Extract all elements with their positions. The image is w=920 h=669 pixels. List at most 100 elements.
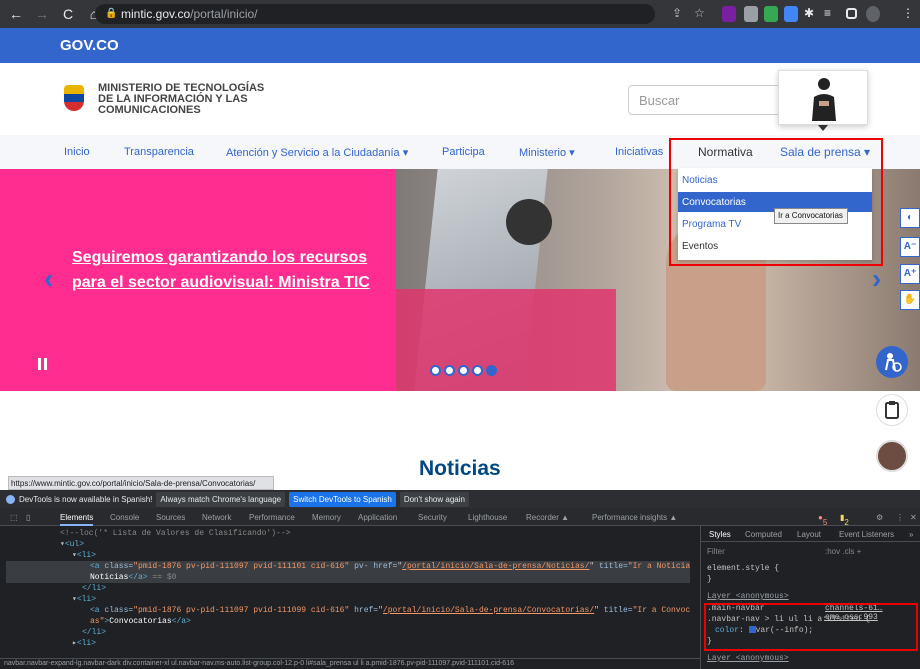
ministry-logo-text[interactable]: MINISTERIO DE TECNOLOGÍAS DE LA INFORMAC… xyxy=(98,83,268,116)
sign-language-icon[interactable]: ✋ xyxy=(900,290,920,310)
gov-logo[interactable]: GOV.CO xyxy=(60,37,119,54)
a1-text: Noticias xyxy=(90,573,129,582)
slide-dot[interactable] xyxy=(472,365,483,376)
code-line-li-2[interactable]: ▾<li> xyxy=(6,594,690,605)
more-tabs-icon[interactable]: » xyxy=(909,530,913,539)
match-language-button[interactable]: Always match Chrome's language xyxy=(156,491,286,507)
tab-network[interactable]: Network xyxy=(202,513,231,522)
tab-computed[interactable]: Computed xyxy=(745,530,782,539)
extension-icon[interactable] xyxy=(784,6,798,22)
li-tag: <li> xyxy=(76,551,97,560)
extension-icon[interactable] xyxy=(722,6,736,22)
styles-filter-input[interactable]: Filter xyxy=(707,547,725,556)
tab-security[interactable]: Security xyxy=(418,513,447,522)
caret-down-icon[interactable] xyxy=(818,125,828,131)
layer-label-2[interactable]: Layer <anonymous> xyxy=(707,654,789,663)
nav-atencion[interactable]: Atención y Servicio a la Ciudadanía ▾ xyxy=(226,146,408,159)
slide-dot[interactable] xyxy=(486,365,497,376)
device-toolbar-icon[interactable]: ▯ xyxy=(26,513,30,522)
tab-memory[interactable]: Memory xyxy=(312,513,341,522)
menu-kebab-icon[interactable]: ⋮ xyxy=(902,6,916,22)
styles-toolbar[interactable]: :hov .cls + xyxy=(825,547,861,556)
sign-language-interpreter[interactable] xyxy=(778,70,868,125)
reading-list-icon[interactable]: ≡ xyxy=(824,6,838,22)
tab-application[interactable]: Application xyxy=(358,513,397,522)
clipboard-icon[interactable] xyxy=(876,394,908,426)
code-line-ul[interactable]: ▾<ul> xyxy=(6,539,690,550)
lock-icon: 🔒 xyxy=(105,8,118,19)
close-devtools-icon[interactable]: ✕ xyxy=(910,513,917,522)
slide-dot[interactable] xyxy=(444,365,455,376)
a1-class: pmid-1876 pv-pid-111097 pvid-111101 cid-… xyxy=(138,562,345,571)
code-line-li-3[interactable]: ▸<li> xyxy=(6,638,690,649)
reload-icon[interactable]: C xyxy=(58,6,78,22)
interpreter-icon xyxy=(812,78,836,121)
accessibility-person-icon[interactable] xyxy=(876,346,908,378)
puzzle-icon[interactable]: ✱ xyxy=(804,6,818,22)
error-count[interactable]: ● 5 xyxy=(818,513,827,527)
banner-message: DevTools is now available in Spanish! xyxy=(19,494,153,504)
profile-avatar[interactable] xyxy=(866,6,880,22)
switch-language-button[interactable]: Switch DevTools to Spanish xyxy=(289,491,396,507)
warning-count[interactable]: ▮ 2 xyxy=(840,513,849,527)
code-line-anchor-convocatorias-text[interactable]: as">Convocatorias</a> xyxy=(6,616,690,627)
tab-styles[interactable]: Styles xyxy=(709,530,731,539)
slide-indicators xyxy=(430,365,497,376)
poster-logo xyxy=(506,199,552,245)
code-line-li[interactable]: ▾<li> xyxy=(6,550,690,561)
prev-slide-icon[interactable]: ‹ xyxy=(44,263,53,295)
tab-performance[interactable]: Performance xyxy=(249,513,295,522)
increase-font-icon[interactable]: A⁺ xyxy=(900,264,920,284)
tab-layout[interactable]: Layout xyxy=(797,530,821,539)
slide-dot[interactable] xyxy=(430,365,441,376)
contrast-icon[interactable]: ◐ xyxy=(900,208,920,228)
extension-icon[interactable] xyxy=(744,6,758,22)
bookmark-star-icon[interactable]: ☆ xyxy=(694,6,708,22)
nav-iniciativas[interactable]: Iniciativas xyxy=(615,146,663,158)
tab-event-listeners[interactable]: Event Listeners xyxy=(839,530,894,539)
info-icon xyxy=(6,494,15,504)
share-icon[interactable]: ⇪ xyxy=(672,6,686,22)
code-line-li-close-2[interactable]: </li> xyxy=(6,627,690,638)
rule-close-brace: } xyxy=(707,575,712,584)
extension-icon[interactable] xyxy=(764,6,778,22)
code-line-anchor-noticias-text[interactable]: Noticias</a> == $0 xyxy=(6,572,690,583)
a1-href[interactable]: /portal/inicio/Sala-de-prensa/Noticias/ xyxy=(402,562,589,571)
slide-dot[interactable] xyxy=(458,365,469,376)
inspect-icon[interactable]: ⬚ xyxy=(10,513,18,522)
tab-performance-insights[interactable]: Performance insights ▲ xyxy=(592,513,677,522)
layer-label[interactable]: Layer <anonymous> xyxy=(707,592,789,601)
code-line-comment: <!--loc('* Lista de Valores de Clasifica… xyxy=(60,529,291,538)
a2-href[interactable]: /portal/inicio/Sala-de-prensa/Convocator… xyxy=(383,606,594,615)
tab-sources[interactable]: Sources xyxy=(156,513,185,522)
tab-recorder[interactable]: Recorder ▲ xyxy=(526,513,569,522)
pause-icon[interactable] xyxy=(38,358,47,370)
nav-ministerio[interactable]: Ministerio ▾ xyxy=(519,146,575,159)
nav-participa[interactable]: Participa xyxy=(442,146,485,158)
chat-avatar-icon[interactable] xyxy=(876,440,908,472)
code-line-li-close[interactable]: </li> xyxy=(6,583,690,594)
decrease-font-icon[interactable]: A⁻ xyxy=(900,237,920,257)
forward-icon[interactable]: → xyxy=(32,6,52,22)
next-slide-icon[interactable]: › xyxy=(872,263,881,295)
tab-lighthouse[interactable]: Lighthouse xyxy=(468,513,507,522)
element-style-rule[interactable]: element.style { xyxy=(707,564,779,573)
code-line-anchor-convocatorias[interactable]: <a class="pmid-1876 pv-pid-111097 pvid-1… xyxy=(6,605,690,616)
back-icon[interactable]: ← xyxy=(6,6,26,22)
nav-transparencia[interactable]: Transparencia xyxy=(124,146,194,158)
tab-elements[interactable]: Elements xyxy=(60,513,94,526)
code-line-anchor-noticias[interactable]: <a class="pmid-1876 pv-pid-111097 pvid-1… xyxy=(6,561,690,572)
dom-breadcrumbs[interactable]: navbar.navbar-expand-lg.navbar-dark div.… xyxy=(0,658,700,669)
dismiss-button[interactable]: Don't show again xyxy=(399,491,469,507)
tab-console[interactable]: Console xyxy=(110,513,139,522)
search-input[interactable]: Buscar xyxy=(628,85,788,115)
settings-gear-icon[interactable]: ⚙ xyxy=(876,513,883,522)
address-bar[interactable]: 🔒 mintic.gov.co/portal/inicio/ xyxy=(95,4,655,24)
hero-headline[interactable]: Seguiremos garantizando los recursos par… xyxy=(72,245,382,295)
url-host: mintic.gov.co xyxy=(121,7,191,21)
nav-inicio[interactable]: Inicio xyxy=(64,146,90,158)
more-icon[interactable]: ⋮ xyxy=(896,513,904,522)
elements-tree: <!--loc('* Lista de Valores de Clasifica… xyxy=(6,528,690,660)
styles-highlight-box xyxy=(704,603,918,651)
sidepanel-icon[interactable] xyxy=(846,8,857,19)
